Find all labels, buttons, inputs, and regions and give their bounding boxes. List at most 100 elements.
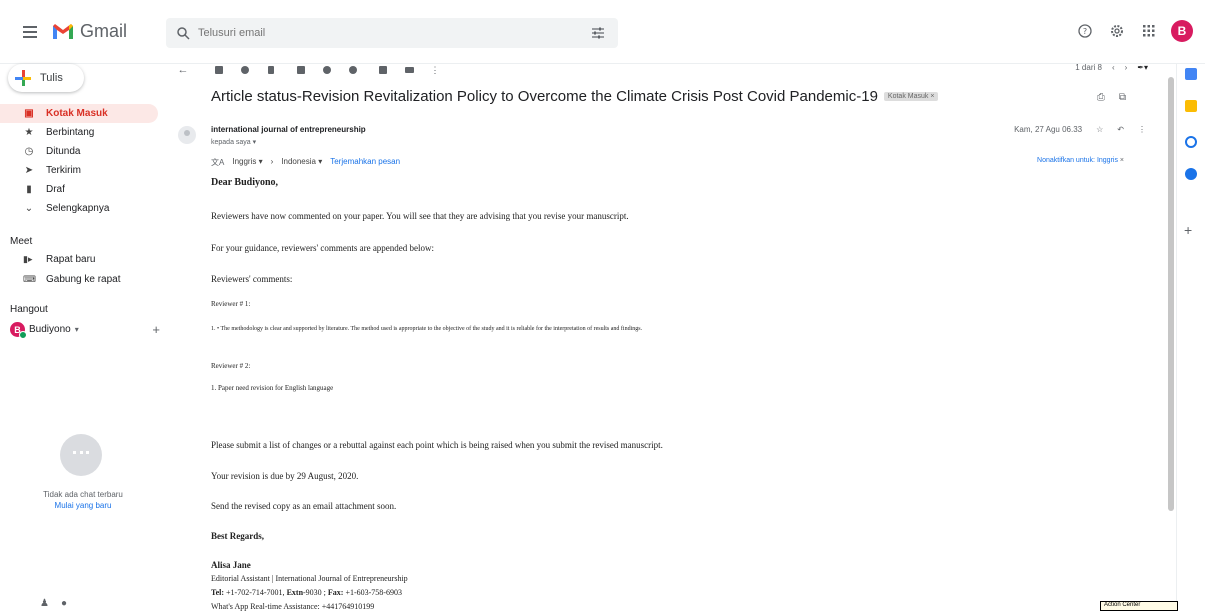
remove-label-icon[interactable]: × (930, 93, 934, 100)
search-icon[interactable] (176, 26, 190, 40)
hangout-status-dropdown-icon[interactable]: ▾ (75, 325, 79, 334)
sidebar-item-inbox[interactable]: ▣ Kotak Masuk (0, 104, 158, 123)
person-icon[interactable]: ♟ (40, 598, 49, 609)
sidebar-item-snoozed[interactable]: ◷ Ditunda (0, 142, 158, 161)
new-meeting-item[interactable]: ▮▸ Rapat baru (0, 250, 95, 269)
target-language: Indonesia (281, 157, 316, 166)
chevron-down-icon: ⌄ (24, 203, 34, 214)
extn-label: Extn (286, 588, 304, 597)
hangouts-icon[interactable]: ● (61, 598, 67, 609)
tel-value: +1-702-714-7001, (226, 588, 285, 597)
more-vert-icon[interactable]: ⋮ (430, 65, 440, 75)
print-icon[interactable]: ⎙ (1097, 92, 1105, 103)
more-options-icon[interactable]: ⋮ (1138, 125, 1146, 134)
search-options-icon[interactable] (590, 26, 606, 40)
body-paragraph: Reviewers' comments: (211, 274, 293, 284)
arrow-right-icon: › (270, 157, 274, 166)
prev-chevron-icon[interactable]: ‹ (1112, 64, 1115, 72)
video-camera-icon: ▮▸ (23, 254, 33, 264)
join-meeting-item[interactable]: ⌨ Gabung ke rapat (0, 270, 121, 289)
reviewer-1-comment: 1. • The methodology is clear and suppor… (211, 326, 643, 332)
recipient-text: kepada saya (211, 139, 251, 146)
hangout-user-name: Budiyono (29, 324, 71, 335)
reviewer-2-heading: Reviewer # 2: (211, 362, 251, 370)
source-language: Inggris (232, 157, 257, 166)
back-arrow-icon[interactable]: ← (178, 64, 189, 76)
settings-gear-icon[interactable] (1107, 21, 1127, 41)
closing: Best Regards, (211, 531, 264, 541)
move-to-icon[interactable] (378, 65, 388, 75)
input-tools-icon[interactable]: ✒▾ (1137, 64, 1148, 72)
keep-icon[interactable] (1185, 100, 1197, 112)
mark-unread-icon[interactable] (296, 65, 306, 75)
fax-label: Fax: (327, 588, 344, 597)
sidebar-item-drafts[interactable]: ▮ Draf (0, 180, 158, 199)
sidebar-item-more[interactable]: ⌄ Selengkapnya (0, 199, 158, 218)
account-avatar[interactable]: B (1171, 20, 1193, 42)
target-language-select[interactable]: Indonesia ▾ (281, 157, 322, 168)
report-spam-icon[interactable] (240, 65, 250, 75)
email-toolbar: ← ⋮ 1 dari 8 ‹ › ✒▾ (166, 64, 1176, 76)
search-input[interactable] (198, 27, 590, 39)
sidebar-item-sent[interactable]: ➤ Terkirim (0, 161, 158, 180)
star-toggle-icon[interactable]: ☆ (1096, 125, 1103, 134)
inbox-icon: ▣ (24, 108, 34, 119)
extn-value: -9030 ; (303, 588, 326, 597)
folder-nav: ▣ Kotak Masuk ★ Berbintang ◷ Ditunda ➤ T… (0, 104, 166, 218)
details-dropdown-icon[interactable]: ▾ (253, 139, 257, 146)
next-chevron-icon[interactable]: › (1125, 64, 1128, 72)
snooze-icon[interactable] (322, 65, 332, 75)
left-sidebar: Tulis ▣ Kotak Masuk ★ Berbintang ◷ Ditun… (0, 64, 166, 611)
gmail-logo[interactable]: Gmail (52, 21, 127, 42)
close-icon[interactable]: × (1120, 157, 1124, 164)
draft-icon: ▮ (26, 184, 32, 195)
label-chip-text: Kotak Masuk (887, 93, 929, 100)
hangout-user-row[interactable]: B Budiyono ▾ + (10, 322, 160, 339)
sidebar-item-label: Ditunda (46, 146, 81, 157)
disable-translate-link[interactable]: Nonaktifkan untuk: Inggris × (1037, 157, 1124, 164)
label-icon[interactable] (404, 65, 414, 75)
trash-icon[interactable] (266, 65, 276, 75)
tasks-icon[interactable] (1185, 136, 1197, 148)
calendar-icon[interactable] (1185, 68, 1197, 80)
email-subject-row: Article status-Revision Revitalization P… (211, 88, 939, 105)
apps-grid-icon[interactable] (1139, 21, 1159, 41)
sender-avatar (178, 126, 196, 144)
side-panel: + (1176, 64, 1205, 611)
disable-translate-text: Nonaktifkan untuk: Inggris (1037, 157, 1118, 164)
translate-bar: 文A Inggris ▾ › Indonesia ▾ Terjemahkan p… (211, 157, 400, 168)
new-meeting-label: Rapat baru (46, 254, 96, 265)
translate-message-link[interactable]: Terjemahkan pesan (330, 157, 400, 168)
contacts-icon[interactable] (1185, 168, 1197, 180)
start-new-chat-link[interactable]: Mulai yang baru (0, 501, 166, 510)
inbox-label-chip[interactable]: Kotak Masuk × (883, 92, 939, 101)
hangout-heading: Hangout (10, 304, 48, 315)
get-addons-plus-icon[interactable]: + (1184, 222, 1192, 238)
star-icon: ★ (24, 127, 34, 138)
email-meta: Kam, 27 Agu 06.33 ☆ ↶ ⋮ (1014, 125, 1146, 134)
translate-icon: 文A (211, 158, 225, 167)
tel-label: Tel: (211, 588, 225, 597)
main-menu-icon[interactable] (18, 20, 42, 44)
recipient-details[interactable]: kepada saya ▾ (211, 138, 256, 146)
email-view: ← ⋮ 1 dari 8 ‹ › ✒▾ Article status-Revis… (166, 64, 1176, 611)
email-date: Kam, 27 Agu 06.33 (1014, 125, 1083, 134)
help-icon[interactable]: ? (1075, 21, 1095, 41)
reply-icon[interactable]: ↶ (1117, 125, 1124, 134)
compose-button[interactable]: Tulis (8, 64, 84, 92)
add-chat-plus-icon[interactable]: + (152, 322, 160, 337)
svg-text:?: ? (1083, 27, 1087, 36)
sender-name[interactable]: international journal of entrepreneurshi… (211, 125, 366, 134)
body-paragraph: Reviewers have now commented on your pap… (211, 211, 629, 221)
action-center-tooltip: Action Center (1100, 601, 1178, 611)
open-new-window-icon[interactable]: ⧉ (1119, 92, 1126, 103)
scrollbar-thumb[interactable] (1168, 77, 1174, 511)
add-to-tasks-icon[interactable] (348, 65, 358, 75)
search-bar[interactable] (166, 18, 618, 48)
source-language-select[interactable]: Inggris ▾ (232, 157, 262, 168)
body-paragraph: Please submit a list of changes or a reb… (211, 440, 663, 450)
join-meeting-label: Gabung ke rapat (46, 274, 121, 285)
signature-contact: Tel: +1-702-714-7001, Extn-9030 ; Fax: +… (211, 588, 402, 597)
sidebar-item-starred[interactable]: ★ Berbintang (0, 123, 158, 142)
archive-icon[interactable] (214, 65, 224, 75)
